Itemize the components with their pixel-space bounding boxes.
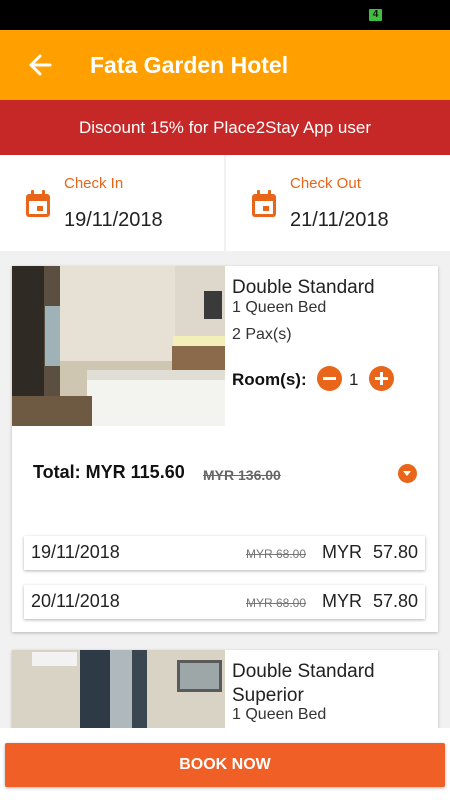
night-date: 20/11/2018 — [31, 591, 120, 611]
room-pax: 2 Pax(s) — [232, 326, 292, 343]
increase-rooms-button[interactable] — [369, 366, 394, 391]
status-bar: 4 — [0, 0, 450, 30]
room-card: Double Standard 1 Queen Bed 2 Pax(s) Roo… — [12, 266, 438, 632]
decrease-rooms-button[interactable] — [317, 366, 342, 391]
room-name: Double Standard — [232, 277, 375, 298]
back-button[interactable] — [20, 50, 60, 80]
total-price: Total: MYR 115.60 — [33, 462, 185, 482]
total-old-price: MYR 136.00 — [203, 467, 281, 483]
night-date: 19/11/2018 — [31, 542, 120, 562]
room-bed: 1 Queen Bed — [232, 706, 327, 723]
expand-details-button[interactable] — [398, 464, 417, 483]
check-in-value: 19/11/2018 — [64, 209, 163, 231]
minus-icon — [323, 377, 336, 380]
night-price: MYR 57.80 — [321, 591, 418, 611]
footer: BOOK NOW — [0, 728, 450, 800]
check-out-value: 21/11/2018 — [290, 209, 389, 231]
check-in-label: Check In — [64, 175, 124, 192]
room-bed: 1 Queen Bed — [232, 299, 327, 316]
night-row: 19/11/2018 MYR 68.00 MYR 57.80 — [24, 536, 425, 570]
calendar-icon — [26, 190, 50, 217]
room-photo — [12, 266, 225, 426]
promo-banner: Discount 15% for Place2Stay App user — [0, 100, 450, 155]
night-row: 20/11/2018 MYR 68.00 MYR 57.80 — [24, 585, 425, 619]
night-price: MYR 57.80 — [321, 542, 418, 562]
night-old-price: MYR 68.00 — [246, 547, 307, 561]
arrow-left-icon — [29, 54, 52, 76]
room-quantity: 1 — [349, 370, 359, 389]
check-out-label: Check Out — [290, 175, 361, 192]
book-now-button[interactable]: BOOK NOW — [5, 743, 445, 787]
night-old-price: MYR 68.00 — [246, 596, 307, 610]
battery-text: 4 — [372, 9, 379, 20]
page-title: Fata Garden Hotel — [90, 52, 289, 78]
room-name: Double Standard Superior — [232, 661, 375, 706]
rooms-label: Room(s): — [232, 370, 307, 389]
check-out-card[interactable]: Check Out 21/11/2018 — [226, 155, 450, 251]
app-bar: Fata Garden Hotel — [0, 30, 450, 100]
check-in-card[interactable]: Check In 19/11/2018 — [0, 155, 224, 251]
calendar-icon — [252, 190, 276, 217]
